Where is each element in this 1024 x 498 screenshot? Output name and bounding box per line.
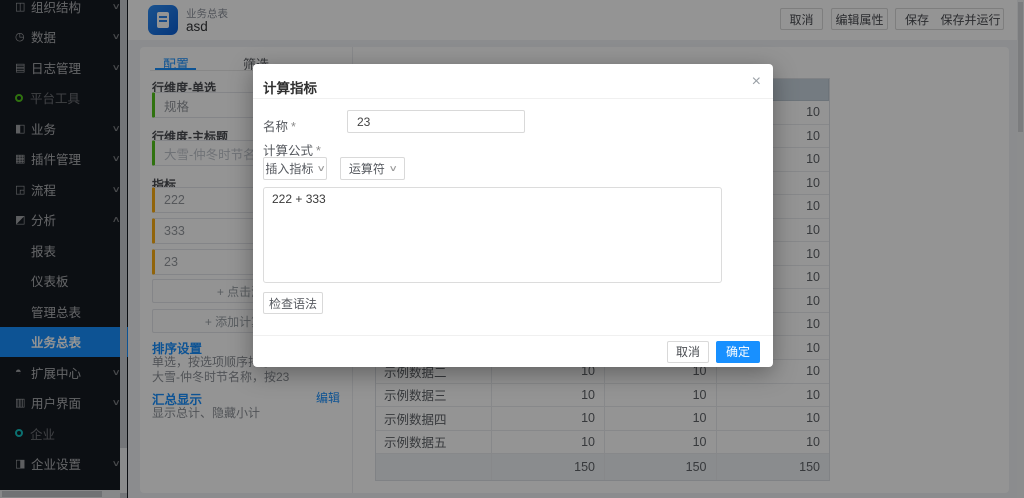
modal-cancel-button[interactable]: 取消 [667,341,709,363]
insert-metric-dropdown[interactable]: 插入指标 ∨ [263,157,327,180]
operator-dropdown[interactable]: 运算符 ∨ [340,157,405,180]
modal-ok-button[interactable]: 确定 [716,341,760,363]
chevron-down-icon: ∨ [317,163,326,174]
name-label: 名称* [263,116,296,135]
formula-textarea[interactable]: 222 + 333 [263,187,722,283]
required-mark: * [291,120,296,134]
chevron-down-icon: ∨ [388,163,397,174]
calculated-metric-modal: 计算指标 × 名称* 计算公式* 插入指标 ∨ 运算符 ∨ 222 + 333 … [253,64,773,367]
close-icon[interactable]: × [752,74,761,90]
app-screen: ◫组织结构∨◷数据∨▤日志管理∨平台工具◧业务∨▦插件管理∨◲流程∨◩分析∧报表… [0,0,1024,498]
modal-title: 计算指标 [263,77,317,97]
required-mark: * [316,144,321,158]
check-syntax-button[interactable]: 检查语法 [263,292,323,314]
modal-footer: 取消 确定 [253,336,773,367]
modal-header-divider [253,98,773,99]
name-input[interactable] [347,110,525,133]
